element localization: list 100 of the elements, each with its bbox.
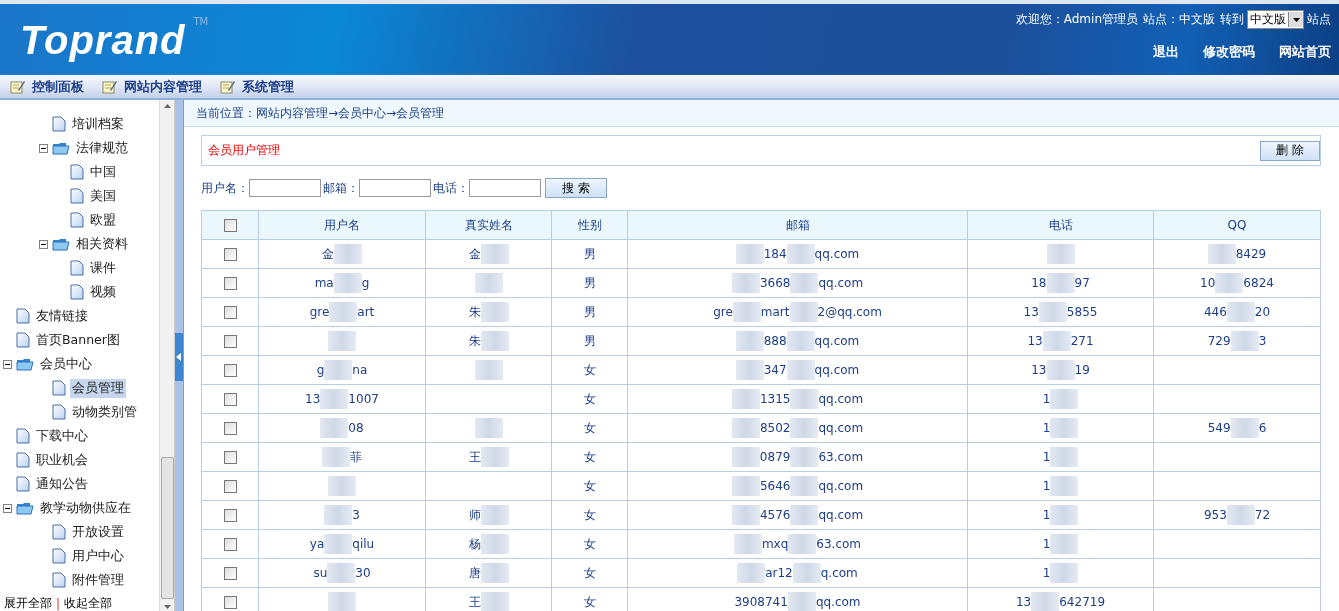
tree-item[interactable]: 友情链接 [34, 306, 90, 326]
tree-item[interactable]: 通知公告 [34, 474, 90, 494]
cell-text: ar12 [765, 566, 793, 580]
checkbox[interactable] [223, 306, 237, 319]
collapse-icon[interactable] [3, 359, 12, 369]
tree-item[interactable]: 开放设置 [70, 522, 126, 542]
cell-text: 5646 [759, 479, 791, 493]
nav-menu-item[interactable]: 系统管理 [220, 77, 294, 96]
redaction-mark [731, 447, 760, 467]
field-label: 用户名： [201, 179, 249, 197]
tree-item[interactable]: 用户中心 [70, 546, 126, 566]
cell-text: qq.com [818, 276, 864, 290]
cell-text: 1 [1042, 566, 1051, 580]
cell-text: qq.com [818, 508, 864, 522]
cell-text: na [352, 363, 368, 377]
checkbox[interactable] [223, 393, 237, 406]
collapse-arrow-icon[interactable] [176, 352, 182, 361]
redaction-mark [328, 592, 356, 611]
tree-item[interactable]: 首页Banner图 [34, 330, 122, 350]
checkbox[interactable] [223, 509, 237, 522]
tree-item[interactable]: 会员中心 [38, 354, 94, 374]
cell-text: 446 [1203, 305, 1227, 319]
checkbox[interactable] [223, 480, 237, 493]
column-header: 性别 [577, 217, 602, 232]
checkbox[interactable] [223, 422, 237, 435]
redaction-mark [480, 563, 509, 583]
tree-item[interactable]: 中国 [88, 162, 118, 182]
checkbox[interactable] [223, 248, 237, 261]
column-header: 电话 [1048, 217, 1073, 232]
checkbox[interactable] [223, 364, 237, 377]
tree-item[interactable]: 相关资料 [74, 234, 130, 254]
column-header: 邮箱 [785, 217, 810, 232]
cell-text: 8502 [759, 421, 791, 435]
cell-text: 13 [1031, 363, 1047, 377]
search-button[interactable]: 搜 索 [545, 178, 607, 198]
tree-item[interactable]: 欧盟 [88, 210, 118, 230]
redaction-mark [731, 418, 760, 438]
cell-text: 2@qq.com [817, 305, 882, 319]
redaction-mark [320, 418, 349, 438]
collapse-all-link[interactable]: 收起全部 [64, 595, 113, 611]
redaction-mark [1050, 447, 1079, 467]
scroll-down-arrow-icon[interactable] [163, 605, 171, 609]
header-link[interactable]: 网站首页 [1279, 43, 1331, 61]
tree-item[interactable]: 培训档案 [70, 114, 126, 134]
redaction-mark [474, 418, 503, 438]
checkbox[interactable] [223, 219, 237, 232]
nav-menu-item[interactable]: 控制面板 [10, 77, 84, 96]
cell-text: qq.com [814, 247, 860, 261]
tree-item[interactable]: 视频 [88, 282, 118, 302]
redaction-mark [1031, 592, 1060, 611]
dropdown-arrow-icon[interactable] [1292, 17, 1300, 22]
collapse-icon[interactable] [39, 239, 48, 249]
redaction-mark [334, 244, 362, 264]
tree-item[interactable]: 教学动物供应在 [38, 498, 133, 518]
cell-text: 13 [1015, 595, 1032, 609]
nav-menu-item[interactable]: 网站内容管理 [102, 77, 202, 96]
cell-text: 3 [352, 508, 360, 522]
tree-item[interactable]: 下载中心 [34, 426, 90, 446]
redaction-mark [324, 505, 353, 525]
checkbox[interactable] [223, 538, 237, 551]
input-field[interactable] [469, 179, 541, 197]
cell-text: 师 [468, 507, 481, 522]
tree-item[interactable]: 会员管理 [70, 378, 126, 398]
scroll-up-arrow-icon[interactable] [163, 104, 171, 108]
cell-text: su [313, 566, 328, 580]
sidebar-toggle[interactable] [175, 100, 184, 611]
redaction-mark [480, 331, 509, 351]
redaction-mark [327, 563, 356, 583]
site-select[interactable]: 中文版 [1247, 10, 1304, 29]
page-icon [52, 524, 66, 540]
scrollbar-thumb[interactable] [160, 457, 174, 599]
input-field[interactable] [249, 179, 321, 197]
cell-text: 18 [1031, 276, 1047, 290]
delete-button[interactable]: 删 除 [1260, 140, 1320, 161]
expand-all-link[interactable]: 展开全部 [4, 595, 52, 611]
redaction-mark [1050, 563, 1079, 583]
tree-item[interactable]: 附件管理 [70, 570, 126, 590]
scrollbar[interactable] [159, 100, 174, 611]
cell-text: 347 [763, 363, 787, 377]
tree-item[interactable]: 职业机会 [34, 450, 90, 470]
header-link[interactable]: 修改密码 [1203, 43, 1255, 61]
tree-item[interactable]: 课件 [88, 258, 118, 278]
collapse-icon[interactable] [3, 503, 12, 513]
cell-text: 5855 [1066, 305, 1098, 319]
collapse-icon[interactable] [39, 143, 48, 153]
checkbox[interactable] [223, 277, 237, 290]
checkbox[interactable] [223, 451, 237, 464]
cell-text: 女 [583, 507, 596, 522]
cell-text: art [357, 305, 375, 319]
checkbox[interactable] [223, 567, 237, 580]
checkbox[interactable] [223, 335, 237, 348]
tree-item[interactable]: 法律规范 [74, 138, 130, 158]
input-field[interactable] [359, 179, 431, 197]
redaction-mark [322, 447, 350, 467]
tree-item[interactable]: 动物类别管 [70, 402, 139, 422]
tree-item[interactable]: 美国 [88, 186, 118, 206]
checkbox[interactable] [223, 596, 237, 609]
redaction-mark [731, 505, 760, 525]
header-link[interactable]: 退出 [1153, 43, 1179, 61]
separator-text: | [56, 596, 61, 611]
